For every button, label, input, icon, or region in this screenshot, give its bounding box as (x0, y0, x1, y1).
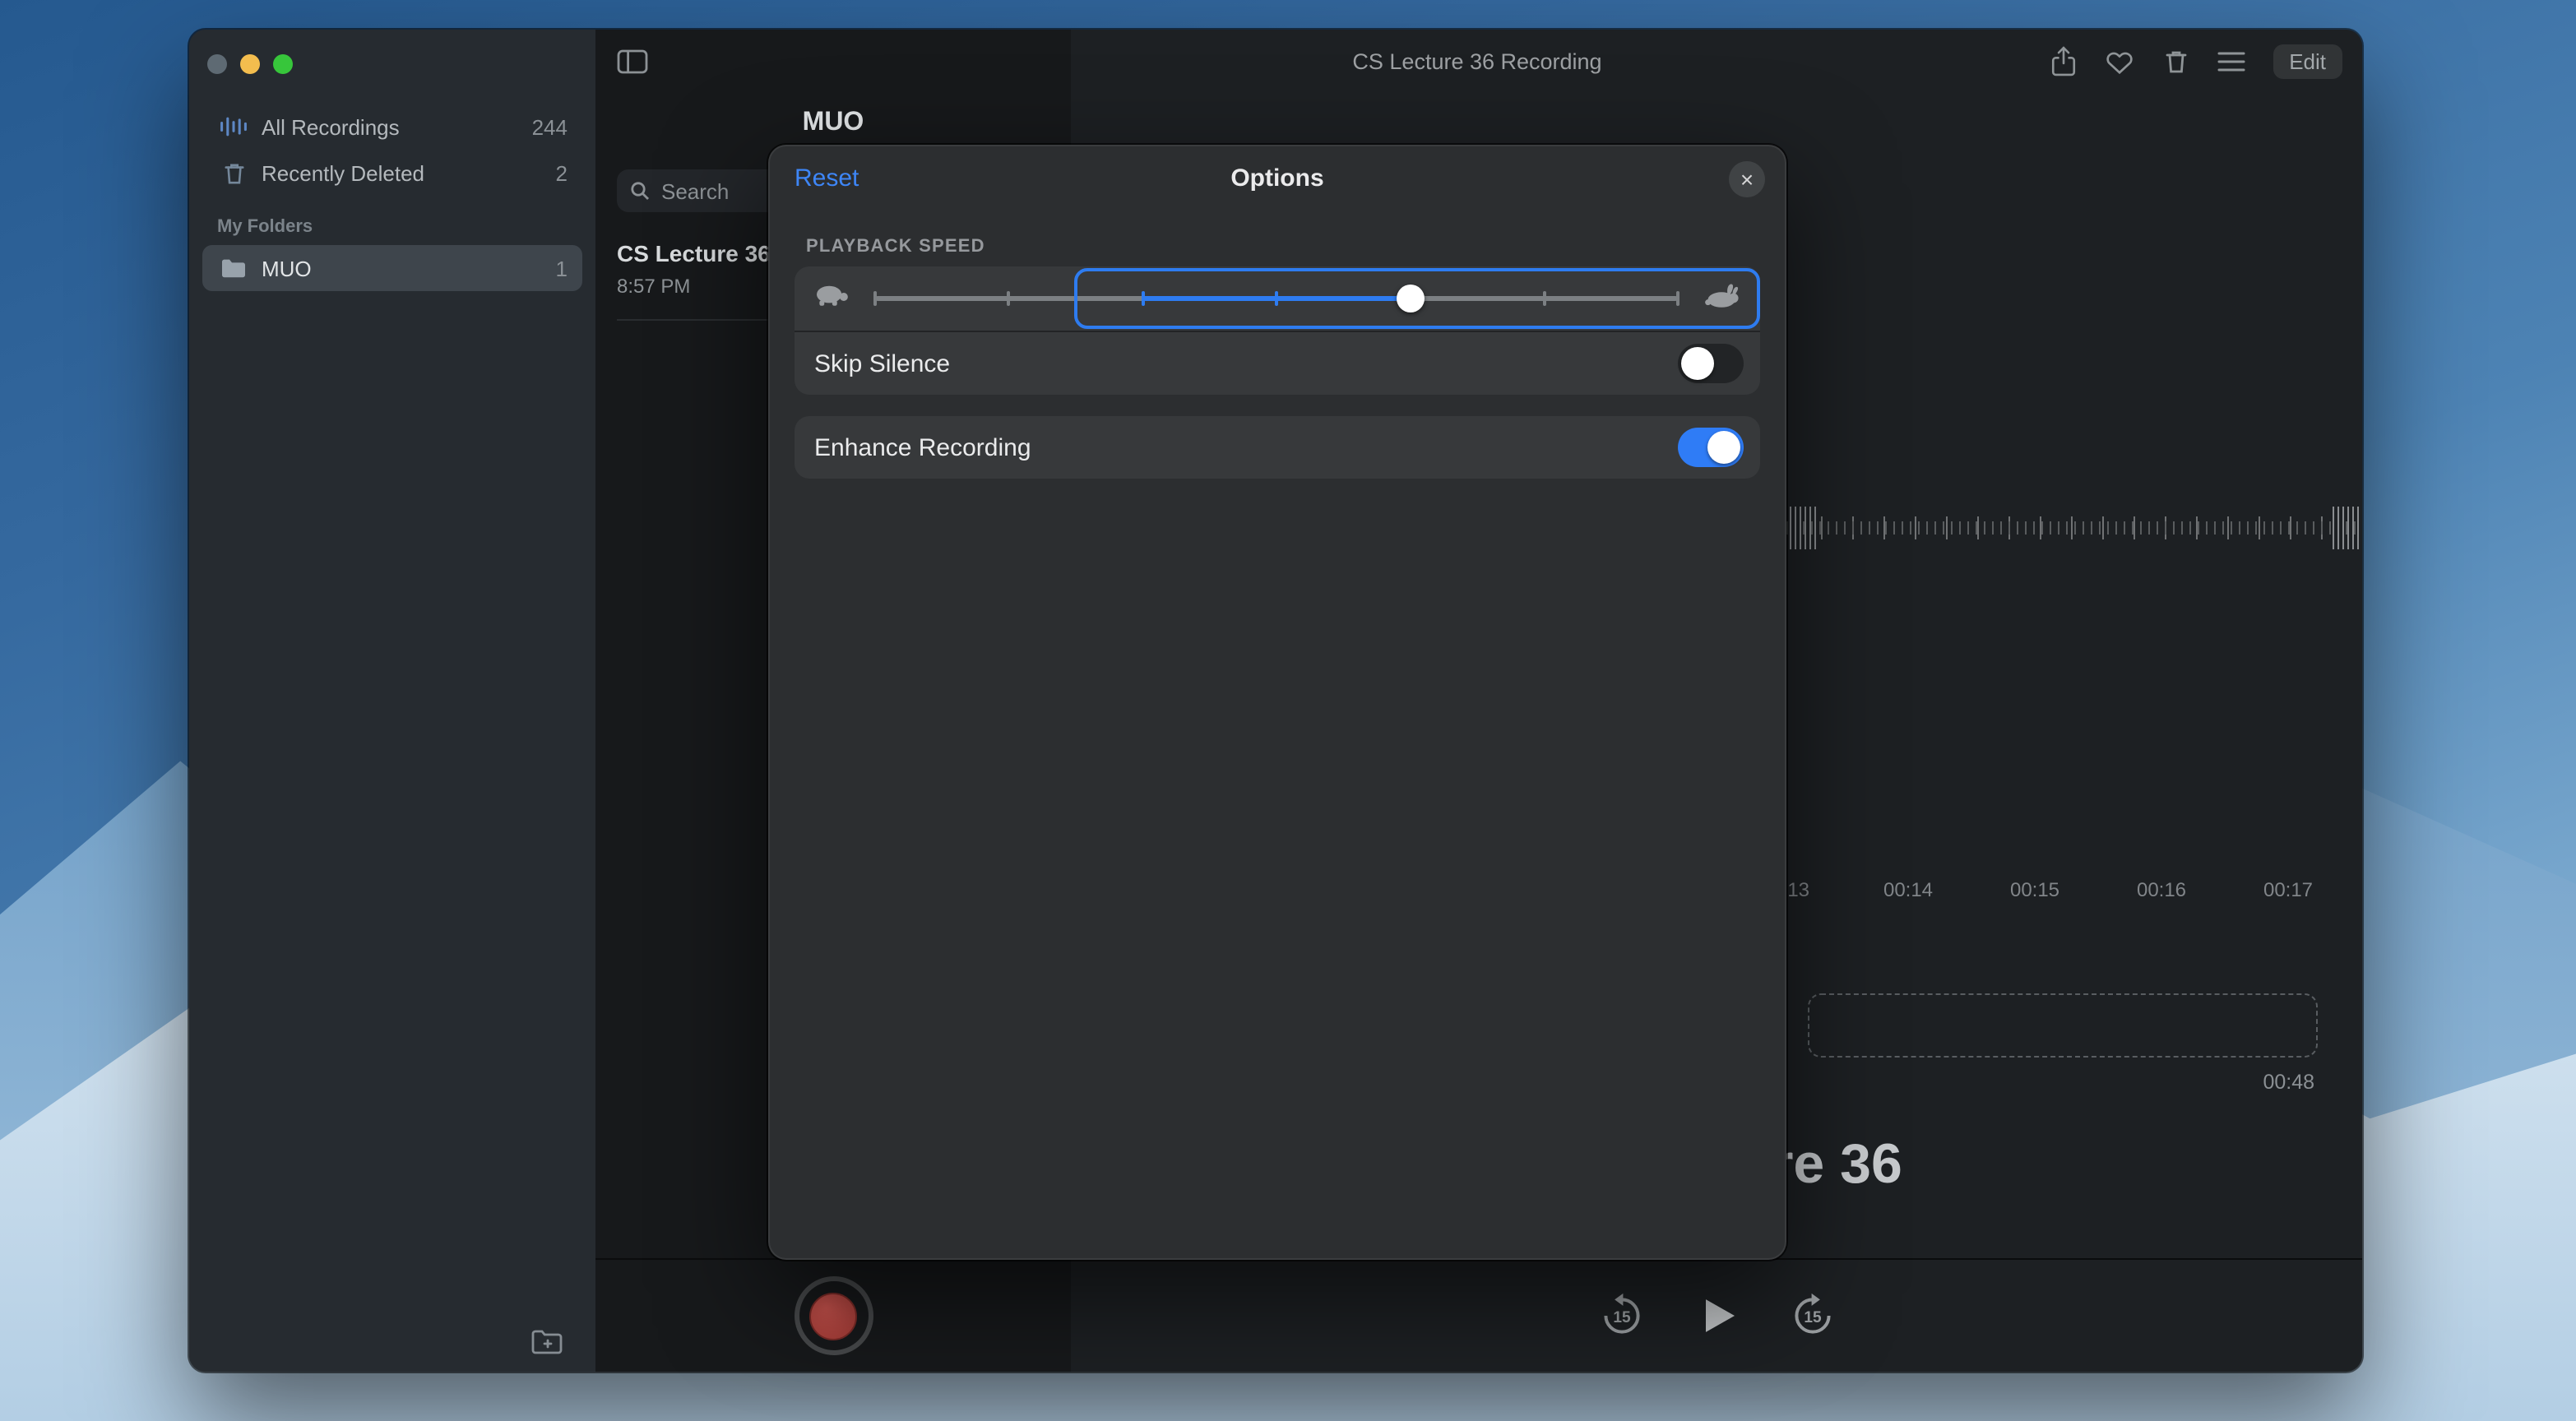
skip-silence-toggle[interactable] (1678, 344, 1744, 383)
close-icon[interactable]: × (1729, 161, 1765, 197)
playback-speed-slider[interactable] (875, 296, 1678, 301)
svg-text:15: 15 (1803, 1309, 1821, 1326)
play-button[interactable] (1693, 1293, 1740, 1339)
enhance-recording-row: Enhance Recording (795, 416, 1760, 479)
trim-selection-box[interactable] (1808, 993, 2318, 1058)
toolbar-actions: Edit (2049, 44, 2342, 79)
record-button[interactable] (794, 1276, 873, 1355)
minimize-button[interactable] (240, 54, 260, 74)
slider-knob[interactable] (1397, 285, 1425, 312)
forward-15-button[interactable]: 15 (1789, 1293, 1835, 1339)
favorite-heart-icon[interactable] (2105, 45, 2134, 78)
traffic-lights (207, 54, 293, 74)
folder-icon (217, 258, 250, 278)
options-dialog-title: Options (768, 164, 1786, 192)
sidebar-item-count: 1 (556, 256, 568, 280)
sidebar-list: All Recordings 244 Recently Deleted 2 My… (202, 104, 582, 291)
timeline-label: 00:17 (2263, 878, 2313, 901)
options-list-icon[interactable] (2217, 45, 2246, 78)
sidebar-item-label: MUO (262, 256, 312, 280)
enhance-recording-label: Enhance Recording (814, 433, 1031, 461)
edit-button[interactable]: Edit (2273, 44, 2342, 79)
record-bar (595, 1258, 1071, 1372)
rewind-15-button[interactable]: 15 (1598, 1293, 1644, 1339)
waveform-icon (217, 115, 250, 138)
options-dialog: Reset Options × PLAYBACK SPEED (768, 145, 1786, 1260)
waveform-cluster (1790, 507, 1819, 549)
playback-speed-section-label: PLAYBACK SPEED (806, 237, 1786, 257)
enhance-recording-toggle[interactable] (1678, 428, 1744, 467)
delete-trash-icon[interactable] (2161, 45, 2190, 78)
timeline-label: 00:14 (1883, 878, 1933, 901)
folder-title: MUO (595, 109, 1071, 138)
sidebar-item-count: 2 (556, 160, 568, 185)
waveform-cluster (2333, 507, 2362, 549)
svg-text:15: 15 (1612, 1309, 1630, 1326)
desktop: All Recordings 244 Recently Deleted 2 My… (0, 0, 2576, 1421)
sidebar-section-label: My Folders (217, 217, 568, 237)
slider-tick (873, 291, 877, 306)
sidebar-item-recently-deleted[interactable]: Recently Deleted 2 (202, 150, 582, 196)
sidebar-item-folder-muo[interactable]: MUO 1 (202, 245, 582, 291)
toggle-knob (1707, 431, 1740, 464)
timeline-label: 00:16 (2137, 878, 2186, 901)
slider-active-range (1142, 296, 1410, 301)
enhance-recording-group: Enhance Recording (795, 416, 1760, 479)
new-folder-button[interactable] (530, 1327, 566, 1357)
sidebar: All Recordings 244 Recently Deleted 2 My… (189, 30, 597, 1372)
record-button-dot (809, 1292, 857, 1340)
timeline-label: 00:15 (2010, 878, 2059, 901)
playback-controls: 15 15 (1071, 1258, 2362, 1372)
zoom-button[interactable] (273, 54, 293, 74)
sidebar-item-label: All Recordings (262, 114, 400, 139)
close-button[interactable] (207, 54, 227, 74)
sidebar-item-label: Recently Deleted (262, 160, 424, 185)
slider-tick (1542, 291, 1545, 306)
search-icon (630, 181, 650, 201)
sidebar-item-all-recordings[interactable]: All Recordings 244 (202, 104, 582, 150)
playback-speed-slider-row (795, 266, 1760, 332)
playback-speed-group: Skip Silence (795, 266, 1760, 395)
slider-tick (1007, 291, 1010, 306)
options-dialog-header: Reset Options × (768, 145, 1786, 214)
wallpaper: All Recordings 244 Recently Deleted 2 My… (0, 0, 2576, 1421)
rabbit-fast-icon (1703, 281, 1742, 309)
toggle-knob (1681, 347, 1714, 380)
sidebar-toggle-button[interactable] (617, 49, 650, 76)
sidebar-item-count: 244 (532, 114, 568, 139)
share-icon[interactable] (2049, 45, 2078, 78)
window-title: CS Lecture 36 Recording (1352, 49, 1601, 74)
slider-tick (1676, 291, 1679, 306)
selection-duration: 00:48 (1808, 1071, 2314, 1094)
turtle-slow-icon (811, 281, 850, 309)
skip-silence-row: Skip Silence (795, 332, 1760, 395)
skip-silence-label: Skip Silence (814, 349, 950, 377)
trash-icon (217, 160, 250, 185)
